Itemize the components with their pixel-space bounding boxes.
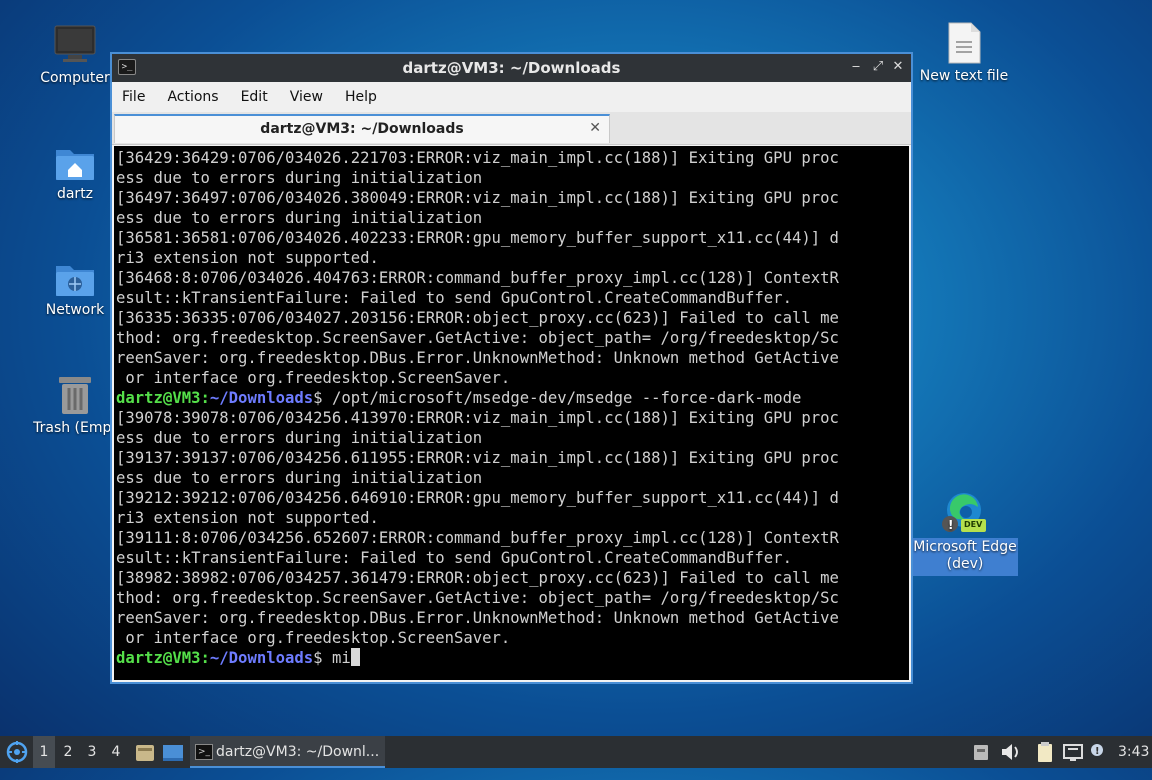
svg-text:!: !	[1095, 746, 1100, 757]
terminal-line: thod: org.freedesktop.ScreenSaver.GetAct…	[116, 589, 839, 607]
keyboard-layout-icon[interactable]	[970, 736, 992, 768]
menu-view[interactable]: View	[290, 89, 323, 105]
terminal-line: thod: org.freedesktop.ScreenSaver.GetAct…	[116, 329, 839, 347]
network-folder-icon	[54, 258, 96, 298]
tab-close-icon[interactable]: ✕	[589, 120, 601, 136]
terminal-window[interactable]: >_ dartz@VM3: ~/Downloads ‒ ⤢ ✕ File Act…	[110, 52, 913, 684]
terminal-line: [36581:36581:0706/034026.402233:ERROR:gp…	[116, 229, 839, 247]
start-menu-icon[interactable]	[4, 736, 30, 768]
terminal-line: [36335:36335:0706/034027.203156:ERROR:ob…	[116, 309, 839, 327]
terminal-line: [39137:39137:0706/034256.611955:ERROR:vi…	[116, 449, 839, 467]
workspace-4[interactable]: 4	[105, 736, 127, 768]
tab-label: dartz@VM3: ~/Downloads	[260, 121, 464, 137]
terminal-line: or interface org.freedesktop.ScreenSaver…	[116, 629, 511, 647]
current-input[interactable]: mi	[332, 649, 351, 667]
menu-actions[interactable]: Actions	[167, 89, 218, 105]
terminal-line: [39078:39078:0706/034256.413970:ERROR:vi…	[116, 409, 839, 427]
desktop-icon-label: Microsoft Edge (dev)	[912, 538, 1018, 576]
command-text: /opt/microsoft/msedge-dev/msedge --force…	[331, 389, 802, 407]
workspace-2[interactable]: 2	[57, 736, 79, 768]
terminal-line: ri3 extension not supported.	[116, 249, 379, 267]
show-desktop-icon[interactable]	[161, 736, 185, 768]
terminal-line: or interface org.freedesktop.ScreenSaver…	[116, 369, 511, 387]
menubar: File Actions Edit View Help	[112, 82, 911, 112]
terminal-output[interactable]: [36429:36429:0706/034026.221703:ERROR:vi…	[114, 146, 909, 680]
terminal-line: ess due to errors during initialization	[116, 209, 483, 227]
terminal-line: [39212:39212:0706/034256.646910:ERROR:gp…	[116, 489, 839, 507]
terminal-line: [38982:38982:0706/034257.361479:ERROR:ob…	[116, 569, 839, 587]
terminal-line: ess due to errors during initialization	[116, 169, 483, 187]
network-status-icon[interactable]	[1061, 736, 1085, 768]
workspace-1[interactable]: 1	[33, 736, 55, 768]
terminal-line: esult::kTransientFailure: Failed to send…	[116, 289, 792, 307]
menu-edit[interactable]: Edit	[241, 89, 268, 105]
desktop-icon-label: New text file	[919, 68, 1009, 84]
terminal-line: esult::kTransientFailure: Failed to send…	[116, 549, 792, 567]
volume-icon[interactable]	[998, 736, 1022, 768]
file-manager-icon[interactable]	[134, 736, 156, 768]
prompt-symbol: $	[313, 389, 332, 407]
tab-downloads[interactable]: dartz@VM3: ~/Downloads ✕	[114, 114, 610, 143]
workspace-3[interactable]: 3	[81, 736, 103, 768]
desktop-icon-label: dartz	[56, 186, 94, 202]
taskbar-button-label: dartz@VM3: ~/Downl...	[216, 744, 380, 760]
prompt-path: ~/Downloads	[209, 389, 314, 407]
desktop-icon-new-text-file[interactable]: New text file	[916, 22, 1012, 84]
minimize-button[interactable]: ‒	[847, 58, 865, 76]
input-line[interactable]: dartz@VM3:~/Downloads$ mi	[116, 648, 909, 668]
svg-text:!: !	[948, 518, 953, 532]
prompt-user: dartz@VM3	[116, 649, 201, 667]
menu-help[interactable]: Help	[345, 89, 377, 105]
terminal-line: [36429:36429:0706/034026.221703:ERROR:vi…	[116, 149, 839, 167]
terminal-line: ri3 extension not supported.	[116, 509, 379, 527]
dev-badge: DEV	[964, 520, 983, 529]
desktop-icon-label: Computer	[40, 70, 110, 86]
desktop-icon-label: Trash (Empt	[33, 420, 117, 436]
desktop-icon-microsoft-edge-dev[interactable]: ! DEV Microsoft Edge (dev)	[912, 490, 1018, 576]
computer-icon	[54, 24, 96, 66]
taskbar: 1 2 3 4 >_ dartz@VM3: ~/Downl... ! 3:43	[0, 736, 1152, 768]
desktop-icon-trash[interactable]: Trash (Empt	[27, 374, 123, 436]
prompt-user: dartz@VM3	[116, 389, 201, 407]
text-cursor	[350, 648, 360, 666]
prompt-line: dartz@VM3:~/Downloads$ /opt/microsoft/ms…	[116, 388, 909, 408]
desktop-icon-label: Network	[45, 302, 105, 318]
close-button[interactable]: ✕	[889, 58, 907, 76]
home-folder-icon	[54, 142, 96, 182]
text-file-icon	[947, 22, 981, 64]
edge-dev-icon: ! DEV	[942, 490, 988, 534]
prompt-separator: :	[200, 649, 210, 667]
desktop-icon-home[interactable]: dartz	[27, 142, 123, 202]
terminal-line: [36468:8:0706/034026.404763:ERROR:comman…	[116, 269, 839, 287]
trash-icon	[54, 374, 96, 416]
terminal-line: reenSaver: org.freedesktop.DBus.Error.Un…	[116, 609, 839, 627]
maximize-button[interactable]: ⤢	[869, 58, 887, 76]
window-titlebar[interactable]: >_ dartz@VM3: ~/Downloads ‒ ⤢ ✕	[112, 54, 911, 82]
prompt-symbol: $	[313, 649, 332, 667]
clipboard-icon[interactable]	[1034, 736, 1056, 768]
terminal-line: [39111:8:0706/034256.652607:ERROR:comman…	[116, 529, 839, 547]
terminal-line: reenSaver: org.freedesktop.DBus.Error.Un…	[116, 349, 839, 367]
notification-icon[interactable]: !	[1088, 736, 1108, 768]
clock[interactable]: 3:43	[1118, 736, 1149, 768]
prompt-path: ~/Downloads	[209, 649, 314, 667]
terminal-line: ess due to errors during initialization	[116, 429, 483, 447]
terminal-line: ess due to errors during initialization	[116, 469, 483, 487]
desktop-icon-network[interactable]: Network	[27, 258, 123, 318]
terminal-line: [36497:36497:0706/034026.380049:ERROR:vi…	[116, 189, 839, 207]
menu-file[interactable]: File	[122, 89, 145, 105]
tab-bar: dartz@VM3: ~/Downloads ✕	[112, 112, 911, 145]
prompt-separator: :	[200, 389, 210, 407]
terminal-icon: >_	[195, 744, 213, 760]
taskbar-terminal-button[interactable]: >_ dartz@VM3: ~/Downl...	[190, 736, 385, 768]
desktop-icon-computer[interactable]: Computer	[27, 24, 123, 86]
window-title: dartz@VM3: ~/Downloads	[402, 59, 621, 77]
